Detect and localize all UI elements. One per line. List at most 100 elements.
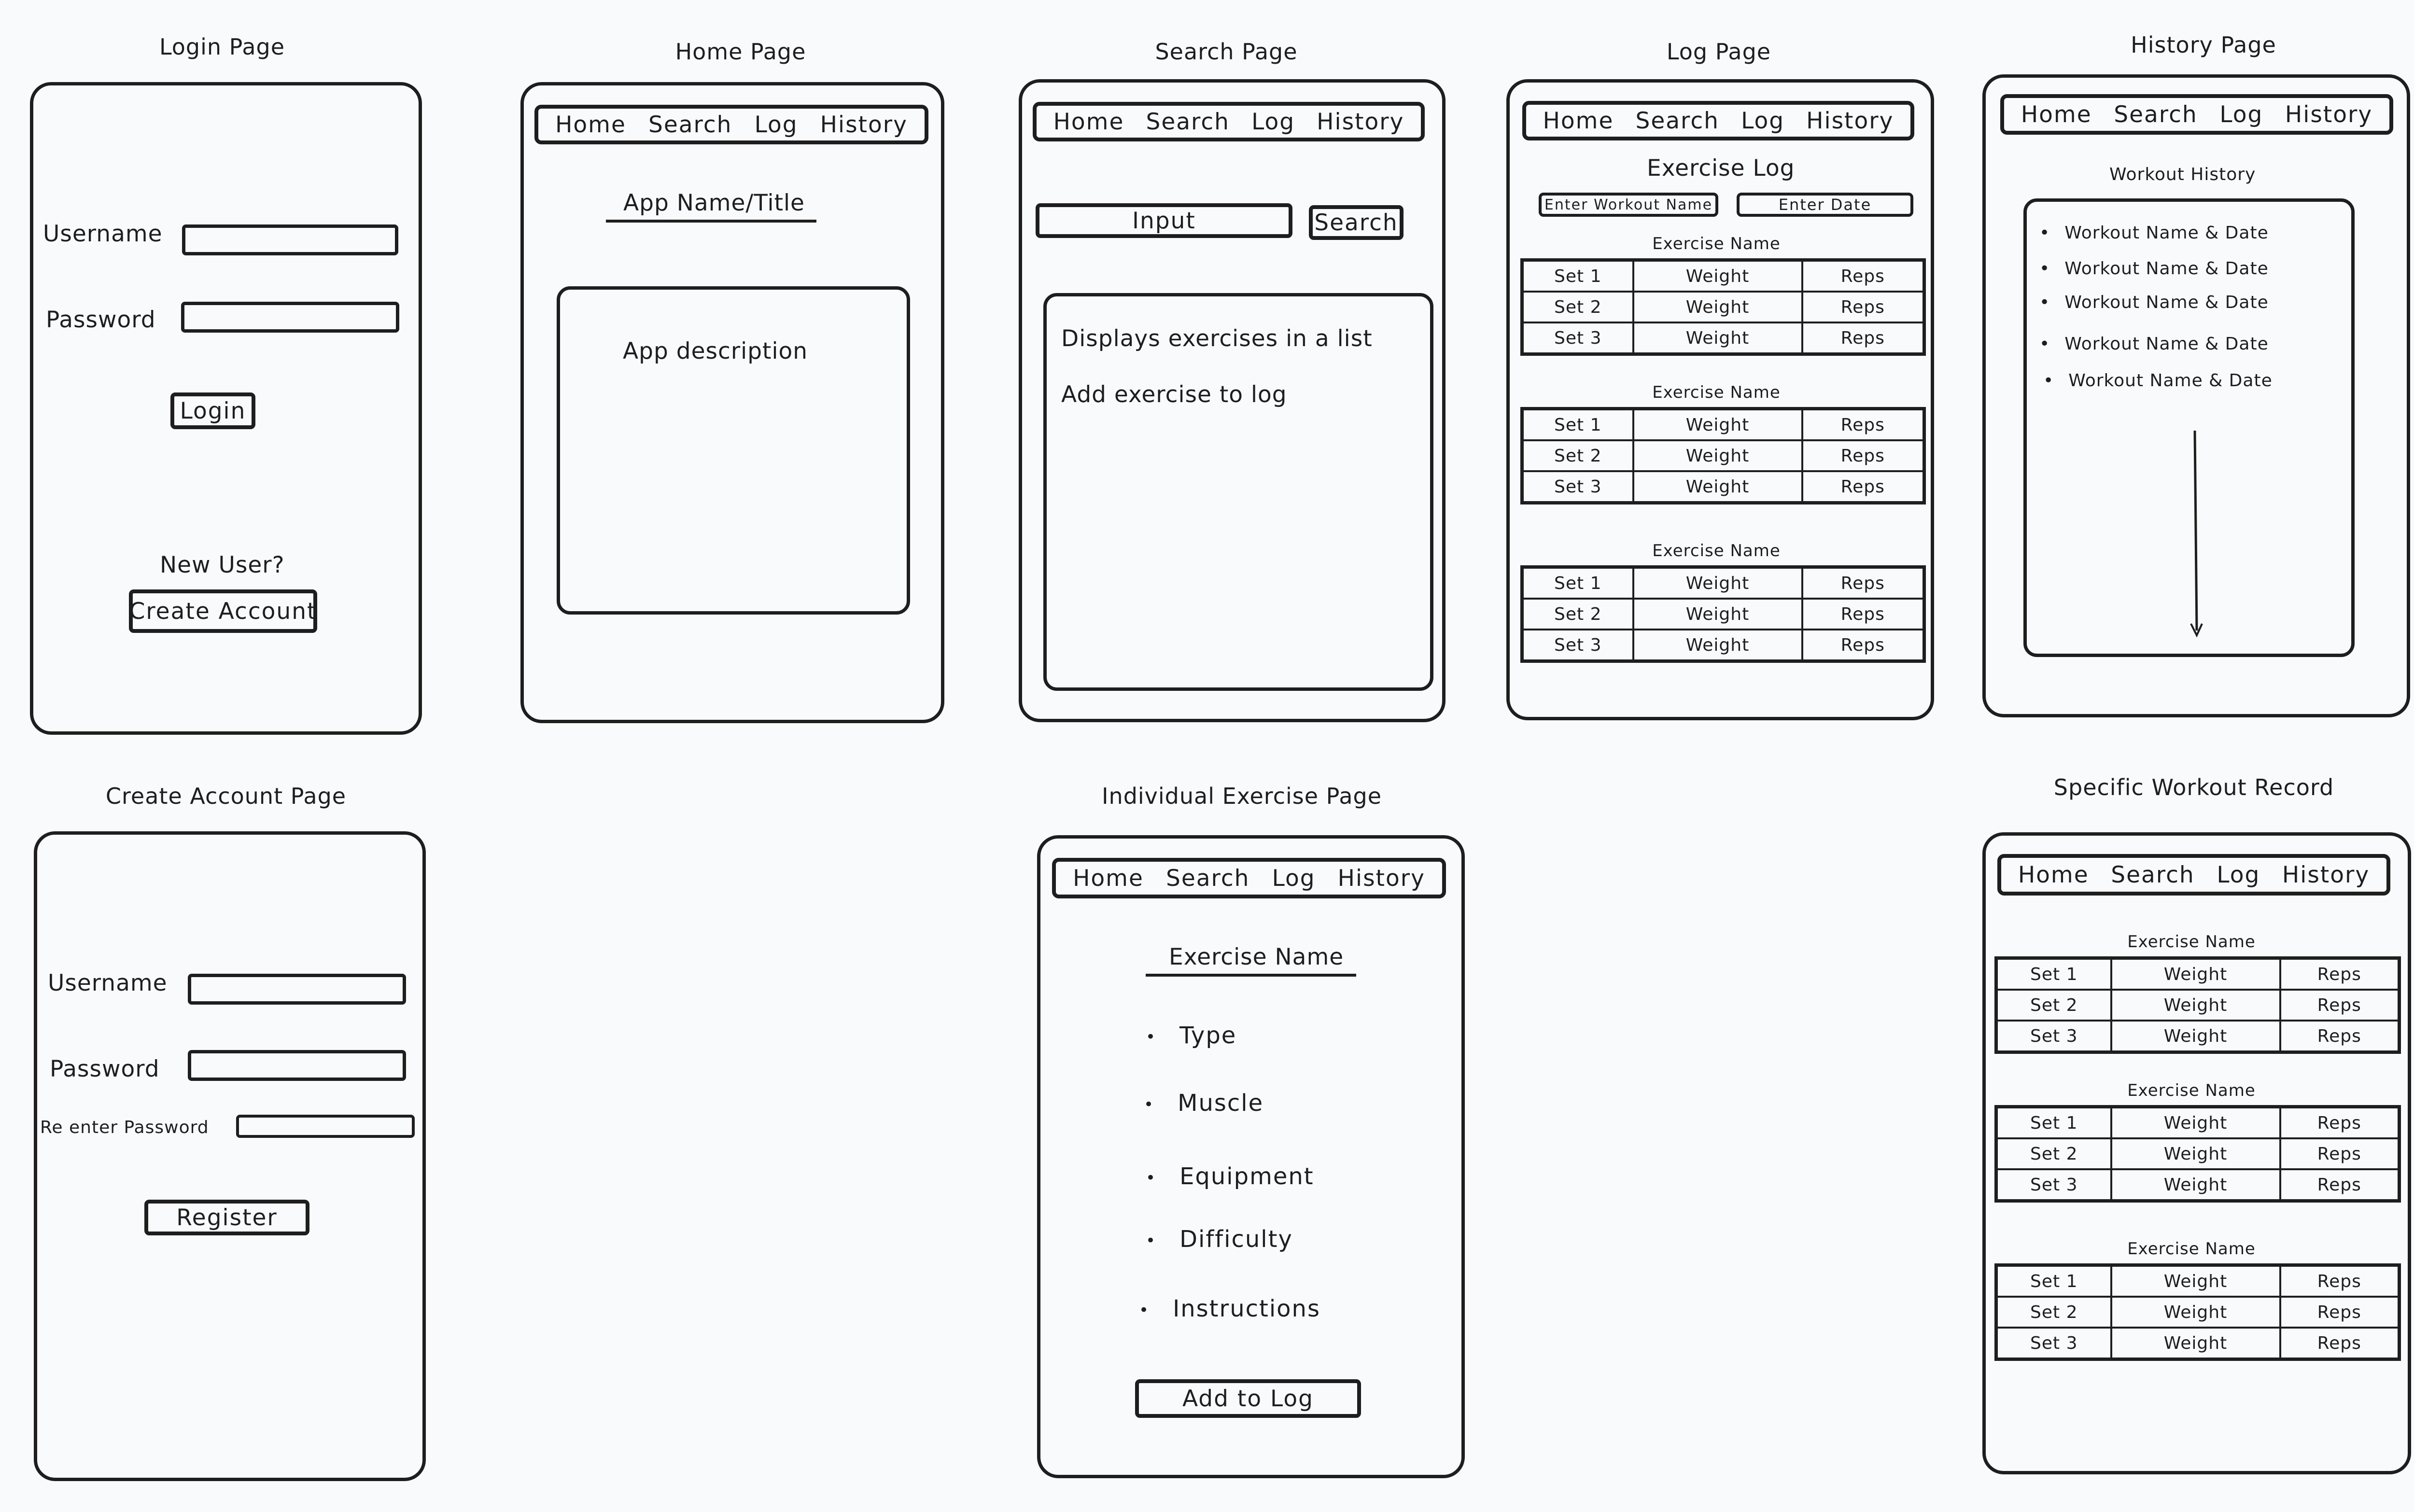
history-item[interactable]: Workout Name & Date (2039, 293, 2269, 312)
reps-cell[interactable]: Reps (1801, 439, 1925, 472)
table-row: Set 1 Weight Reps (1521, 566, 1925, 600)
weight-cell[interactable]: Weight (1632, 598, 1803, 630)
set-table: Set 1 Weight Reps Set 2 Weight Reps Set 3 Wei… (1994, 1105, 2401, 1203)
set-cell: Set 3 (1521, 629, 1634, 662)
reps-cell[interactable]: Reps (1801, 407, 1925, 441)
weight-cell: Weight (2110, 1168, 2281, 1202)
nav-history[interactable]: History (1317, 109, 1404, 135)
attribute-difficulty: Difficulty (1146, 1226, 1293, 1253)
log-page-title: Log Page (1666, 39, 1771, 65)
weight-cell: Weight (2110, 957, 2281, 991)
set-cell: Set 1 (1995, 957, 2112, 991)
history-item[interactable]: Workout Name & Date (2039, 334, 2269, 354)
exercise-name-label: Exercise Name (1652, 383, 1781, 402)
table-row: Set 1 Weight Reps (1995, 1106, 2400, 1139)
set-table: Set 1 Weight Reps Set 2 Weight Reps Set 3 Wei… (1520, 258, 1926, 356)
register-button[interactable]: Register (144, 1200, 309, 1235)
weight-cell: Weight (2110, 1020, 2281, 1053)
exercise-name-label: Exercise Name (1652, 541, 1781, 560)
nav-history[interactable]: History (2285, 101, 2372, 128)
table-row: Set 1 Weight Reps (1995, 957, 2400, 991)
table-row: Set 2 Weight Reps (1521, 439, 1925, 472)
nav-home[interactable]: Home (2018, 862, 2089, 888)
weight-cell: Weight (2110, 1137, 2281, 1170)
history-item[interactable]: Workout Name & Date (2043, 371, 2273, 391)
new-user-label: New User? (160, 552, 285, 578)
nav-home[interactable]: Home (1053, 109, 1124, 135)
nav-search[interactable]: Search (1166, 865, 1249, 892)
nav-log[interactable]: Log (1251, 109, 1295, 135)
reps-cell[interactable]: Reps (1801, 291, 1925, 323)
nav-home[interactable]: Home (1073, 865, 1144, 892)
weight-cell[interactable]: Weight (1632, 291, 1803, 323)
set-cell: Set 3 (1521, 470, 1634, 504)
nav-history[interactable]: History (820, 112, 908, 138)
nav-log[interactable]: Log (2219, 101, 2263, 128)
nav-search[interactable]: Search (2114, 101, 2197, 128)
date-field[interactable]: Enter Date (1737, 193, 1913, 217)
username-field[interactable] (182, 224, 398, 255)
exercise-name-label: Exercise Name (1652, 234, 1781, 253)
reps-cell: Reps (2279, 1264, 2400, 1298)
reps-cell: Reps (2279, 957, 2400, 991)
search-page-title: Search Page (1155, 39, 1298, 65)
login-button[interactable]: Login (170, 392, 255, 429)
history-item[interactable]: Workout Name & Date (2039, 223, 2269, 243)
search-button[interactable]: Search (1309, 205, 1403, 240)
nav-search[interactable]: Search (1635, 108, 1719, 134)
weight-cell[interactable]: Weight (1632, 470, 1803, 504)
workout-name-field[interactable]: Enter Workout Name (1539, 193, 1718, 217)
history-item[interactable]: Workout Name & Date (2039, 259, 2269, 279)
reps-cell[interactable]: Reps (1801, 470, 1925, 504)
add-to-log-button[interactable]: Add to Log (1135, 1379, 1361, 1418)
weight-cell: Weight (2110, 989, 2281, 1022)
nav-log[interactable]: Log (755, 112, 798, 138)
weight-cell[interactable]: Weight (1632, 322, 1803, 355)
exercise-name-label: Exercise Name (2127, 1239, 2256, 1259)
reenter-password-field[interactable] (236, 1115, 415, 1138)
reps-cell[interactable]: Reps (1801, 259, 1925, 293)
search-input[interactable]: Input (1036, 203, 1292, 238)
nav-home[interactable]: Home (1543, 108, 1614, 134)
nav-log[interactable]: Log (2217, 862, 2260, 888)
exercise-name-underline (1146, 974, 1356, 977)
nav-log[interactable]: Log (1741, 108, 1784, 134)
exercise-name-label: Exercise Name (2127, 932, 2256, 952)
nav-search[interactable]: Search (648, 112, 732, 138)
nav-history[interactable]: History (1806, 108, 1894, 134)
app-name-underline (606, 220, 816, 223)
create-account-button[interactable]: Create Account (129, 589, 317, 633)
table-row: Set 2 Weight Reps (1995, 1137, 2400, 1170)
reps-cell[interactable]: Reps (1801, 629, 1925, 662)
nav-history[interactable]: History (1338, 865, 1425, 892)
reps-cell: Reps (2279, 1327, 2400, 1360)
password-field[interactable] (181, 302, 399, 333)
weight-cell[interactable]: Weight (1632, 259, 1803, 293)
reps-cell[interactable]: Reps (1801, 598, 1925, 630)
password-field[interactable] (188, 1050, 406, 1081)
set-cell: Set 3 (1521, 322, 1634, 355)
weight-cell[interactable]: Weight (1632, 566, 1803, 600)
table-row: Set 1 Weight Reps (1995, 1264, 2400, 1298)
reps-cell[interactable]: Reps (1801, 322, 1925, 355)
nav-search[interactable]: Search (2111, 862, 2194, 888)
set-cell: Set 2 (1521, 439, 1634, 472)
weight-cell[interactable]: Weight (1632, 407, 1803, 441)
nav-home[interactable]: Home (2021, 101, 2092, 128)
set-cell: Set 2 (1995, 989, 2112, 1022)
nav-history[interactable]: History (2282, 862, 2370, 888)
list-description: Displays exercises in a list (1061, 325, 1373, 352)
reps-cell[interactable]: Reps (1801, 566, 1925, 600)
nav-home[interactable]: Home (555, 112, 626, 138)
weight-cell[interactable]: Weight (1632, 629, 1803, 662)
username-field[interactable] (188, 974, 406, 1005)
specific-workout-record-frame: Home Search Log History Exercise Name Se… (1982, 832, 2411, 1474)
table-row: Set 3 Weight Reps (1995, 1327, 2400, 1360)
weight-cell[interactable]: Weight (1632, 439, 1803, 472)
username-label: Username (43, 221, 163, 247)
app-name: App Name/Title (623, 190, 805, 216)
nav-search[interactable]: Search (1146, 109, 1229, 135)
table-row: Set 2 Weight Reps (1995, 989, 2400, 1022)
set-table: Set 1 Weight Reps Set 2 Weight Reps Set 3 Wei… (1520, 407, 1926, 504)
nav-log[interactable]: Log (1272, 865, 1316, 892)
